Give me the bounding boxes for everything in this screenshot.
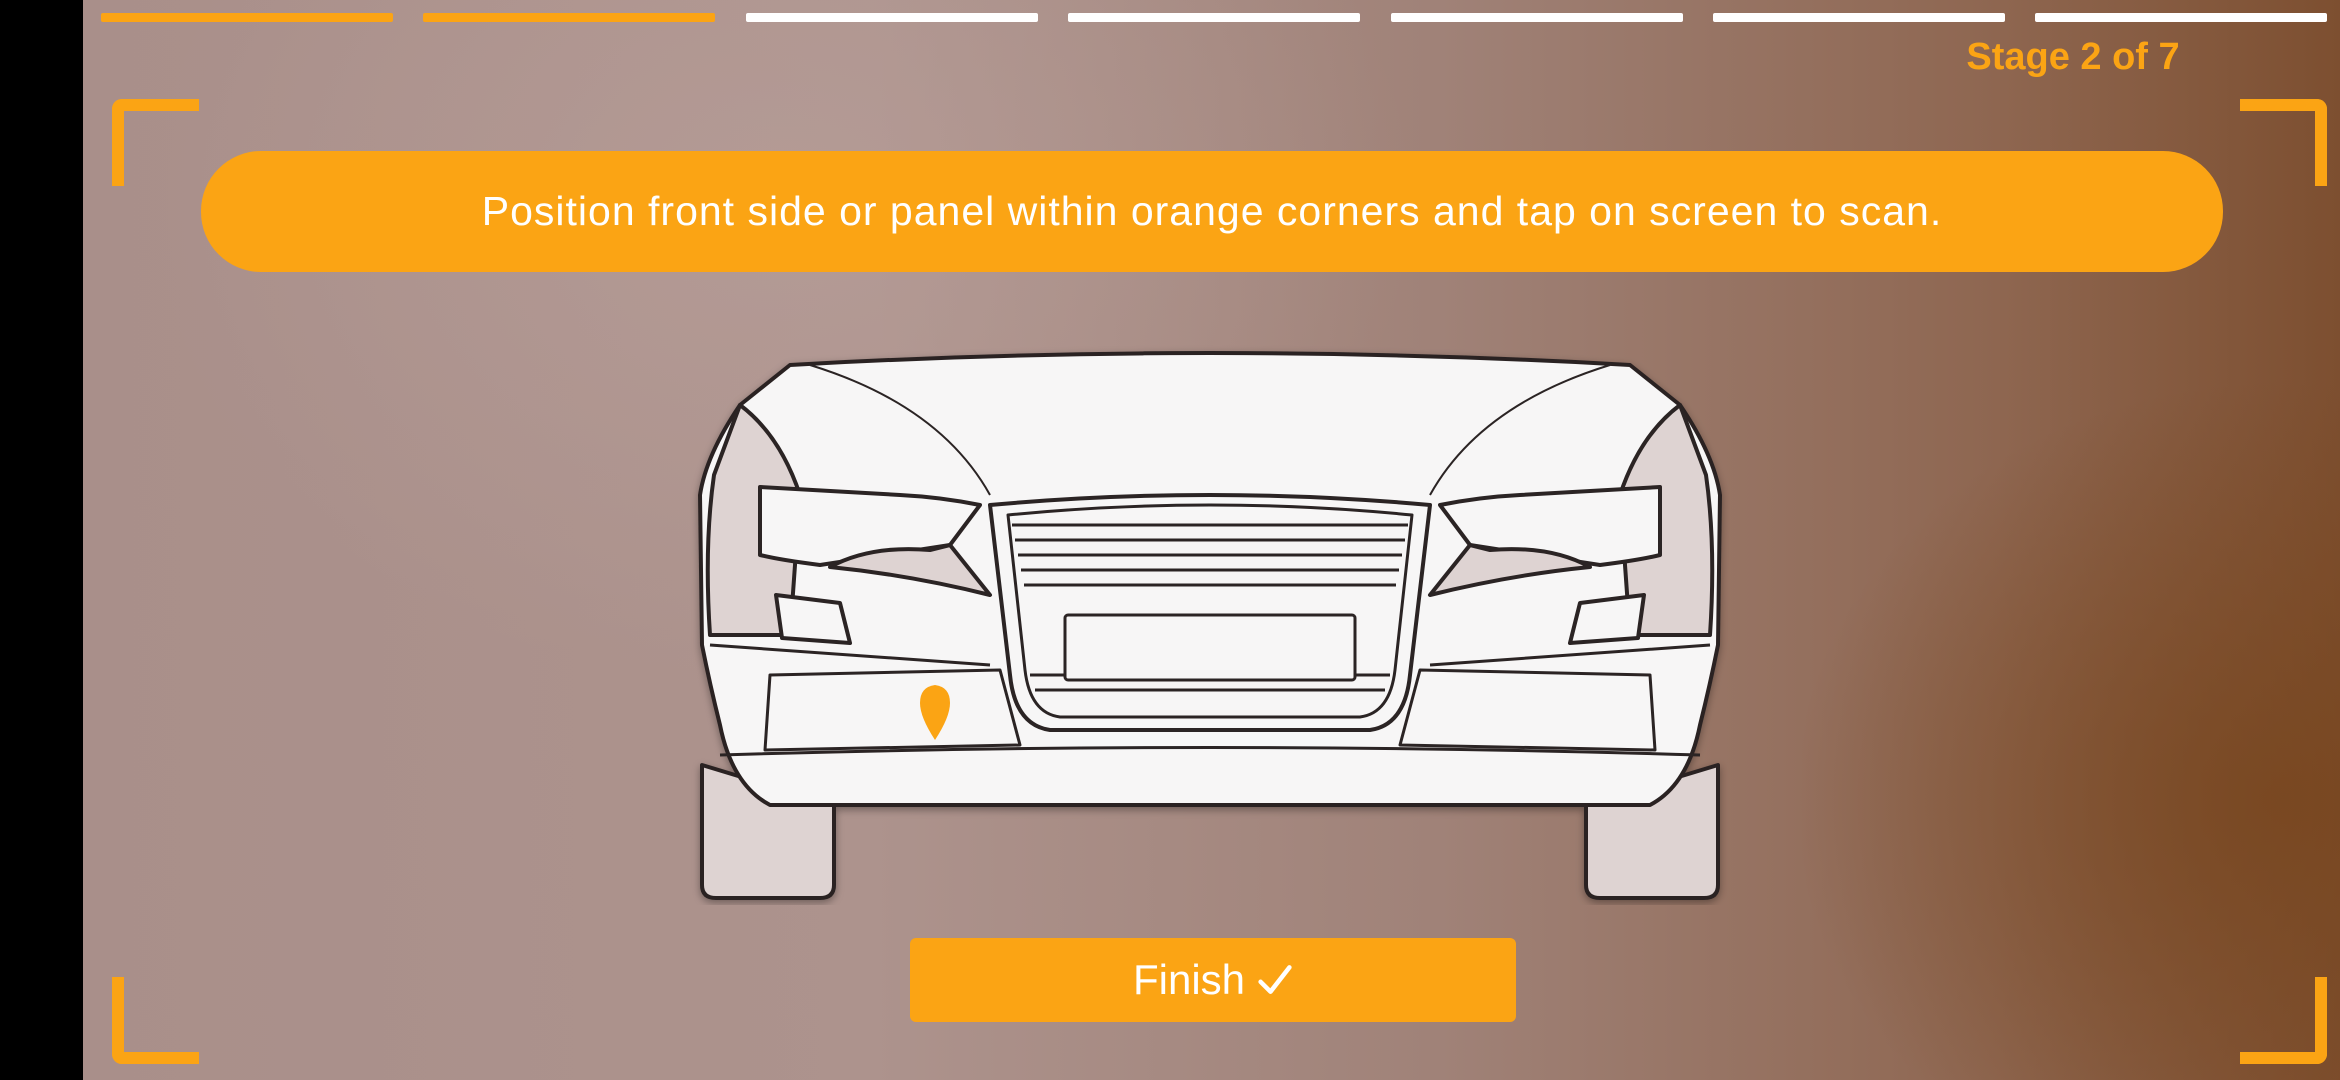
finish-button-label: Finish <box>1132 956 1246 1003</box>
left-black-bar <box>0 0 83 1080</box>
progress-segment-4 <box>1068 13 1360 22</box>
corner-bracket-bottom-right <box>2240 977 2327 1064</box>
progress-segment-2 <box>423 13 715 22</box>
corner-bracket-top-right <box>2240 99 2327 186</box>
progress-segment-1 <box>101 13 393 22</box>
progress-segment-5 <box>1391 13 1683 22</box>
car-front-diagram <box>698 351 1722 900</box>
corner-bracket-top-left <box>112 99 199 186</box>
stage-indicator: Stage 2 of 7 <box>1966 36 2180 78</box>
instruction-text: Position front side or panel within oran… <box>481 188 1943 234</box>
progress-segment-6 <box>1713 13 2005 22</box>
corner-bracket-bottom-left <box>112 977 199 1064</box>
instruction-banner: Position front side or panel within oran… <box>201 151 2223 272</box>
checkmark-icon <box>1258 965 1292 994</box>
progress-segment-3 <box>746 13 1038 22</box>
finish-button[interactable]: Finish <box>910 938 1516 1022</box>
progress-segment-7 <box>2035 13 2327 22</box>
